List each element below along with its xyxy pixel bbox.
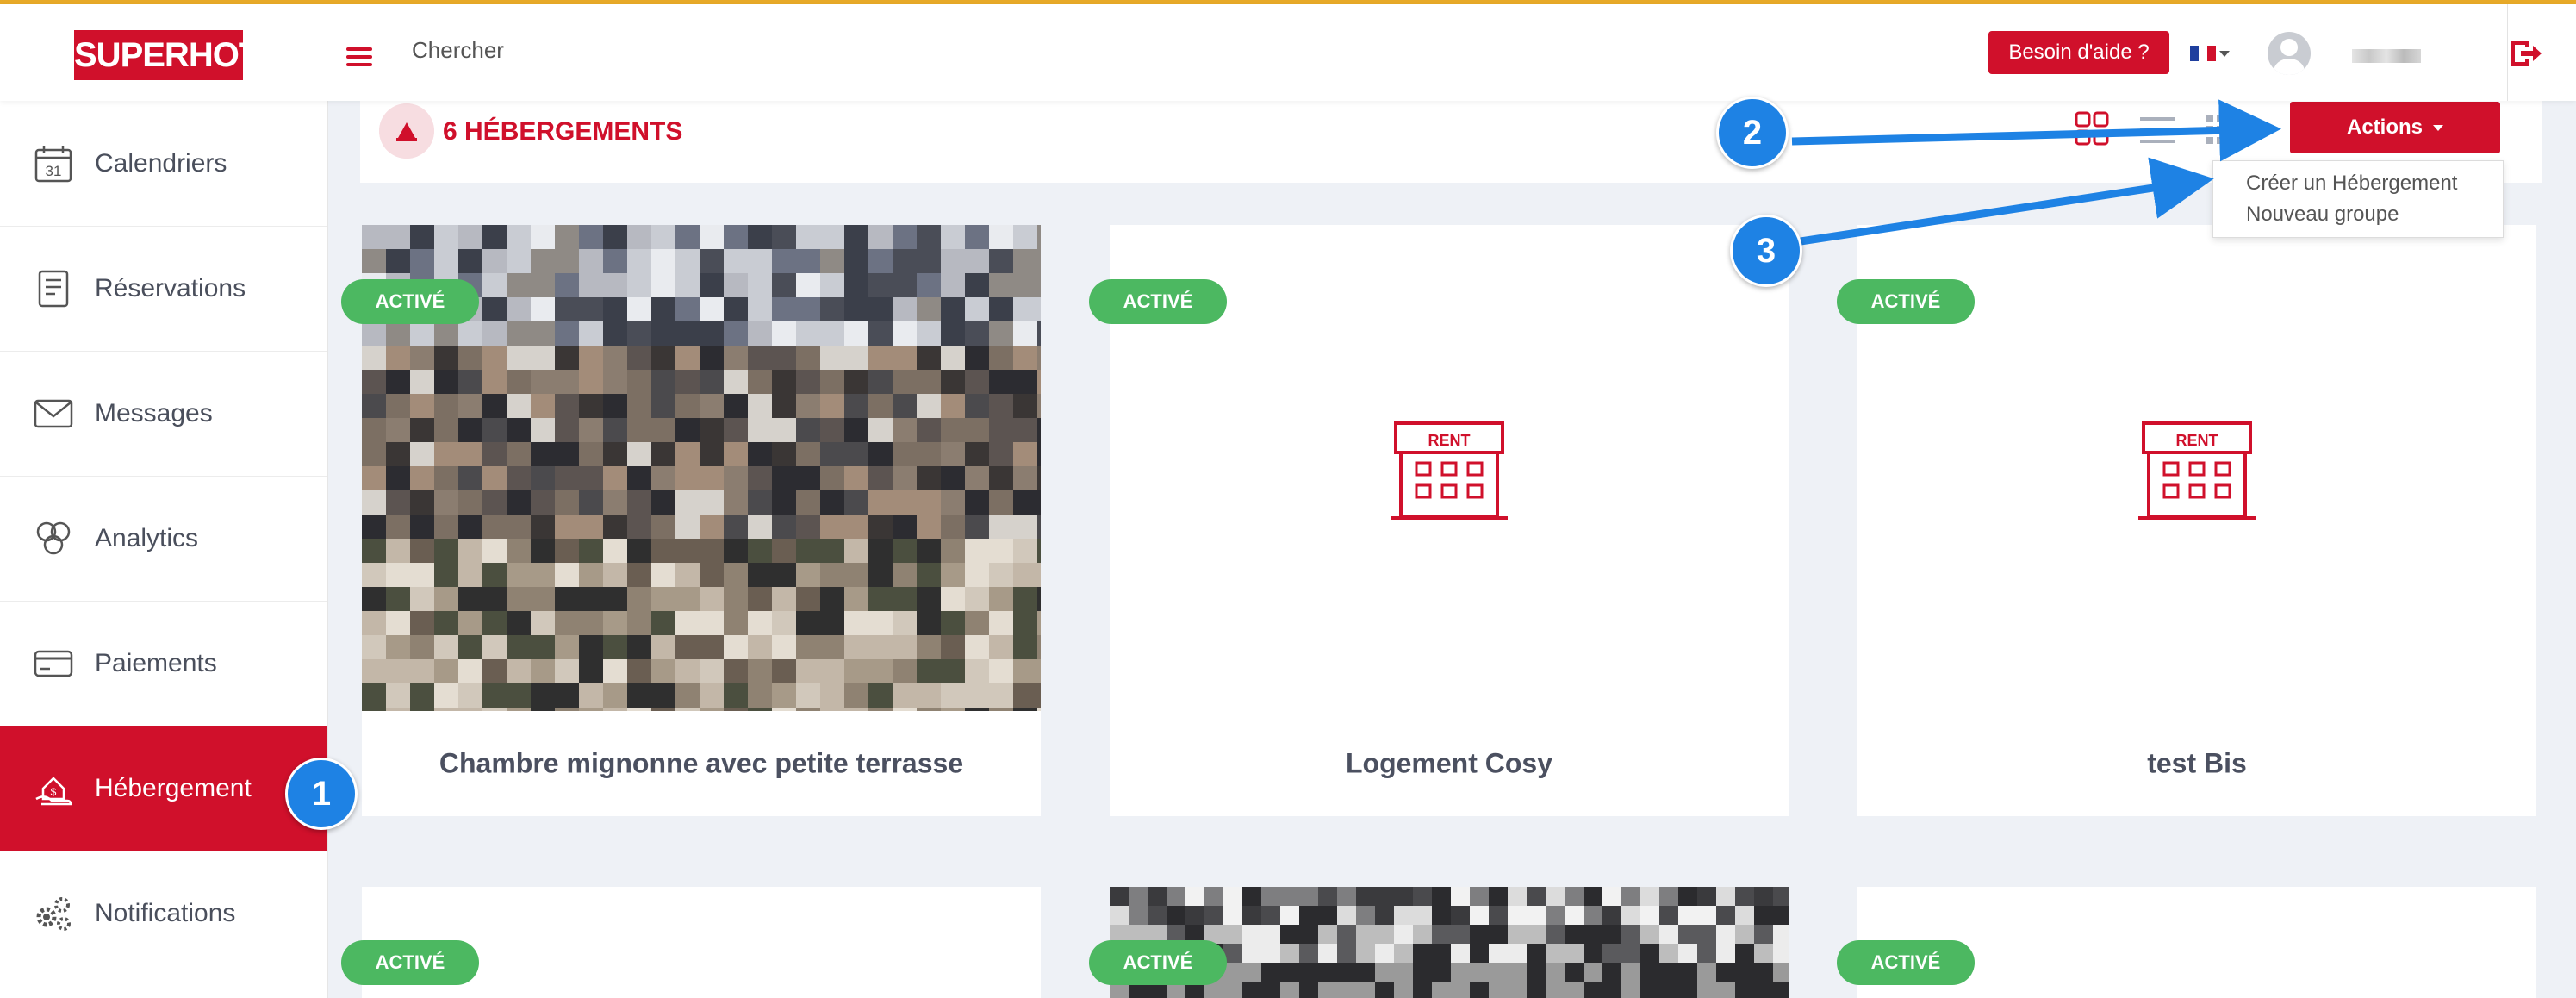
listing-title[interactable]: Chambre mignonne avec petite terrasse xyxy=(362,748,1041,780)
sidebar-item-calendriers[interactable]: 31 Calendriers xyxy=(0,101,327,227)
sidebar-item-hebergement[interactable]: $ Hébergement xyxy=(0,726,327,851)
svg-text:RENT: RENT xyxy=(1428,432,1471,449)
sidebar-item-paiements[interactable]: Paiements xyxy=(0,601,327,727)
status-badge: ACTIVÉ xyxy=(1089,279,1227,324)
rent-building-icon: RENT xyxy=(2138,421,2256,520)
gears-icon xyxy=(36,896,71,931)
status-badge: ACTIVÉ xyxy=(1837,940,1975,985)
listing-title[interactable]: Logement Cosy xyxy=(1110,748,1789,780)
sidebar-item-reservations[interactable]: Réservations xyxy=(0,226,327,352)
listing-title[interactable]: test Bis xyxy=(1857,748,2536,780)
sidebar-item-label: Notifications xyxy=(95,898,236,927)
envelope-icon xyxy=(34,399,73,427)
sidebar-item-label: Analytics xyxy=(95,523,199,552)
sidebar-item-label: Hébergement xyxy=(95,773,252,802)
sidebar-item-label: Réservations xyxy=(95,273,246,303)
step-marker-1: 1 xyxy=(285,758,358,830)
status-badge: ACTIVÉ xyxy=(341,279,479,324)
rent-building-icon: RENT xyxy=(1391,421,1508,520)
calendar-icon: 31 xyxy=(34,145,72,182)
sidebar-item-messages[interactable]: Messages xyxy=(0,351,327,477)
help-button[interactable]: Besoin d'aide ? xyxy=(1988,31,2169,74)
sidebar-item-notifications[interactable]: Notifications xyxy=(0,851,327,976)
language-caret-icon[interactable] xyxy=(2219,51,2230,57)
sidebar: 31 Calendriers Réservations Messages Ana… xyxy=(0,101,328,998)
actions-dropdown: Créer un Hébergement Nouveau groupe xyxy=(2212,160,2504,238)
avatar[interactable] xyxy=(2268,32,2311,75)
page-title: 6 HÉBERGEMENTS xyxy=(443,117,683,146)
username-blurred[interactable] xyxy=(2352,49,2421,63)
status-badge: ACTIVÉ xyxy=(341,940,479,985)
credit-card-icon xyxy=(34,650,73,677)
step-marker-3: 3 xyxy=(1730,215,1802,287)
superhote-logo[interactable]: SUPERHOTE xyxy=(74,30,282,80)
top-bar: SUPERHOTE Chercher Besoin d'aide ? xyxy=(0,4,2576,101)
reservations-icon xyxy=(38,270,69,307)
france-flag-icon[interactable] xyxy=(2190,46,2216,61)
caret-down-icon xyxy=(2433,125,2443,132)
status-badge: ACTIVÉ xyxy=(1837,279,1975,324)
svg-text:31: 31 xyxy=(46,163,62,179)
sidebar-item-label: Paiements xyxy=(95,648,217,677)
svg-text:$: $ xyxy=(51,786,57,798)
status-badge: ACTIVÉ xyxy=(1089,940,1227,985)
logout-icon[interactable] xyxy=(2507,37,2543,70)
sidebar-item-analytics[interactable]: Analytics xyxy=(0,476,327,602)
house-dollar-icon: $ xyxy=(35,776,72,805)
analytics-icon xyxy=(36,521,71,554)
list-view-icon[interactable] xyxy=(2140,115,2175,145)
hamburger-menu-icon[interactable] xyxy=(346,47,372,66)
actions-button[interactable]: Actions xyxy=(2290,102,2500,153)
menu-item-create-listing[interactable]: Créer un Hébergement xyxy=(2246,172,2457,196)
menu-item-new-group[interactable]: Nouveau groupe xyxy=(2246,203,2399,227)
house-bell-icon xyxy=(379,103,434,159)
detail-list-view-icon[interactable] xyxy=(2206,113,2240,146)
search-input[interactable]: Chercher xyxy=(412,37,504,64)
step-marker-2: 2 xyxy=(1716,97,1789,169)
sidebar-item-label: Messages xyxy=(95,398,213,427)
sidebar-item-label: Calendriers xyxy=(95,148,227,178)
grid-view-icon[interactable] xyxy=(2075,111,2109,146)
svg-text:RENT: RENT xyxy=(2176,432,2218,449)
